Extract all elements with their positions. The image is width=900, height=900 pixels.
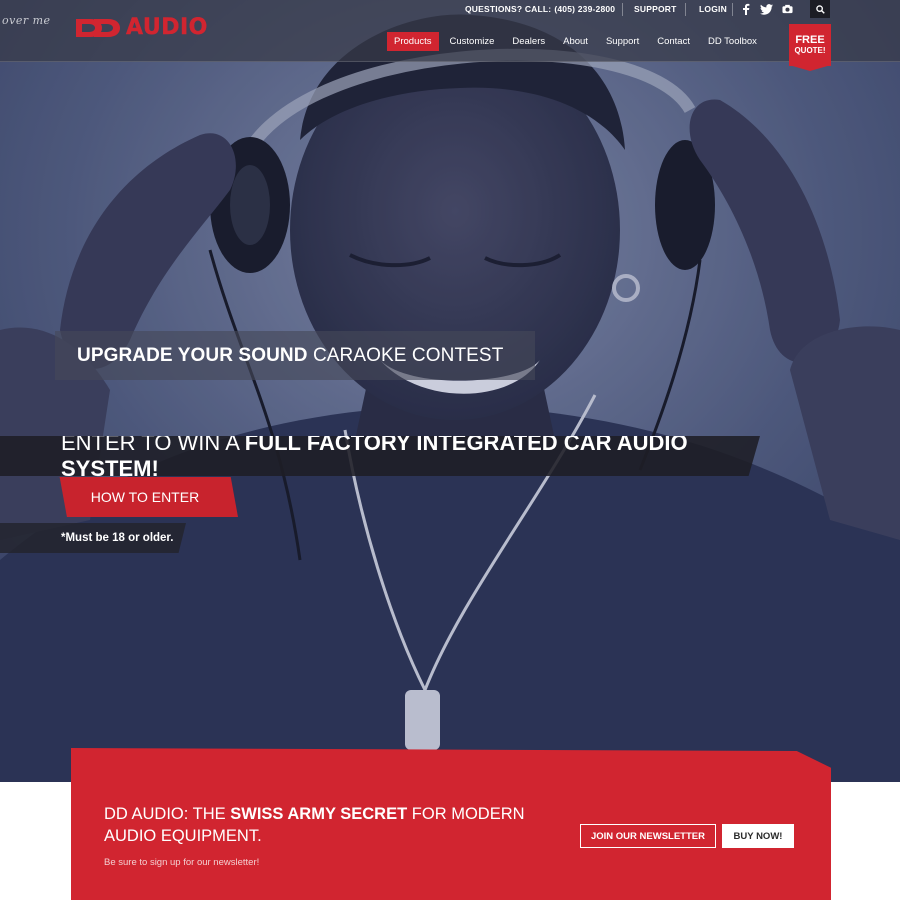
nav-item-support[interactable]: Support [599, 32, 646, 51]
brand-wordmark: AUDIO [126, 15, 208, 40]
search-button[interactable] [810, 0, 830, 18]
free-quote-line2: QUOTE! [794, 46, 826, 55]
dd-audio-logo[interactable]: AUDIO [74, 15, 208, 40]
nav-item-about[interactable]: About [556, 32, 595, 51]
nav-item-contact[interactable]: Contact [650, 32, 697, 51]
page: over me AUDIO QUESTIONS? CALL: (405) 239… [0, 0, 900, 900]
dd-logo-icon [76, 18, 120, 37]
top-bar: over me AUDIO QUESTIONS? CALL: (405) 239… [0, 0, 900, 62]
divider [685, 3, 686, 16]
questions-call[interactable]: QUESTIONS? CALL: (405) 239-2800 [465, 0, 615, 18]
free-quote-button[interactable]: FREE QUOTE! [789, 24, 831, 66]
login-link[interactable]: LOGIN [699, 0, 727, 18]
cta-headline-bold: SWISS ARMY SECRET [230, 805, 408, 823]
phone-number[interactable]: (405) 239-2800 [554, 4, 615, 14]
free-quote-line1: FREE [795, 34, 825, 46]
hero-tint [0, 0, 900, 782]
cta-headline: DD AUDIO: THE SWISS ARMY SECRET FOR MODE… [104, 803, 564, 847]
questions-label: QUESTIONS? CALL: [465, 4, 552, 14]
partner-script-logo[interactable]: over me [2, 14, 51, 27]
prize-headline: ENTER TO WIN A FULL FACTORY INTEGRATED C… [61, 436, 760, 476]
facebook-icon[interactable] [742, 2, 750, 16]
twitter-icon[interactable] [760, 2, 773, 16]
main-nav: Products Customize Dealers About Support… [387, 32, 764, 51]
nav-item-dealers[interactable]: Dealers [505, 32, 552, 51]
join-newsletter-button[interactable]: JOIN OUR NEWSLETTER [580, 824, 716, 848]
newsletter-cta-card: DD AUDIO: THE SWISS ARMY SECRET FOR MODE… [71, 748, 831, 900]
buy-now-button[interactable]: BUY NOW! [722, 824, 794, 848]
nav-item-customize[interactable]: Customize [443, 32, 502, 51]
camera-icon[interactable] [782, 2, 793, 16]
how-to-enter-button[interactable]: HOW TO ENTER [59, 477, 238, 517]
cta-subtitle: Be sure to sign up for our newsletter! [104, 857, 260, 868]
age-disclaimer-text: *Must be 18 or older. [61, 532, 174, 544]
contest-title-rest: CARAOKE CONTEST [312, 344, 504, 366]
hero-section [0, 0, 900, 782]
contest-title: UPGRADE YOUR SOUND CARAOKE CONTEST [77, 345, 503, 367]
search-icon [815, 4, 825, 14]
contest-banner: UPGRADE YOUR SOUND CARAOKE CONTEST [55, 331, 535, 380]
how-to-enter-label: HOW TO ENTER [90, 489, 200, 505]
divider [732, 3, 733, 16]
support-link[interactable]: SUPPORT [634, 0, 677, 18]
divider [622, 3, 623, 16]
nav-item-products[interactable]: Products [387, 32, 439, 51]
cta-headline-lead: DD AUDIO: THE [104, 805, 226, 823]
nav-item-dd-toolbox[interactable]: DD Toolbox [701, 32, 764, 51]
contest-title-bold: UPGRADE YOUR SOUND [77, 344, 308, 366]
age-disclaimer: *Must be 18 or older. [0, 523, 186, 553]
prize-banner: ENTER TO WIN A FULL FACTORY INTEGRATED C… [0, 436, 760, 476]
